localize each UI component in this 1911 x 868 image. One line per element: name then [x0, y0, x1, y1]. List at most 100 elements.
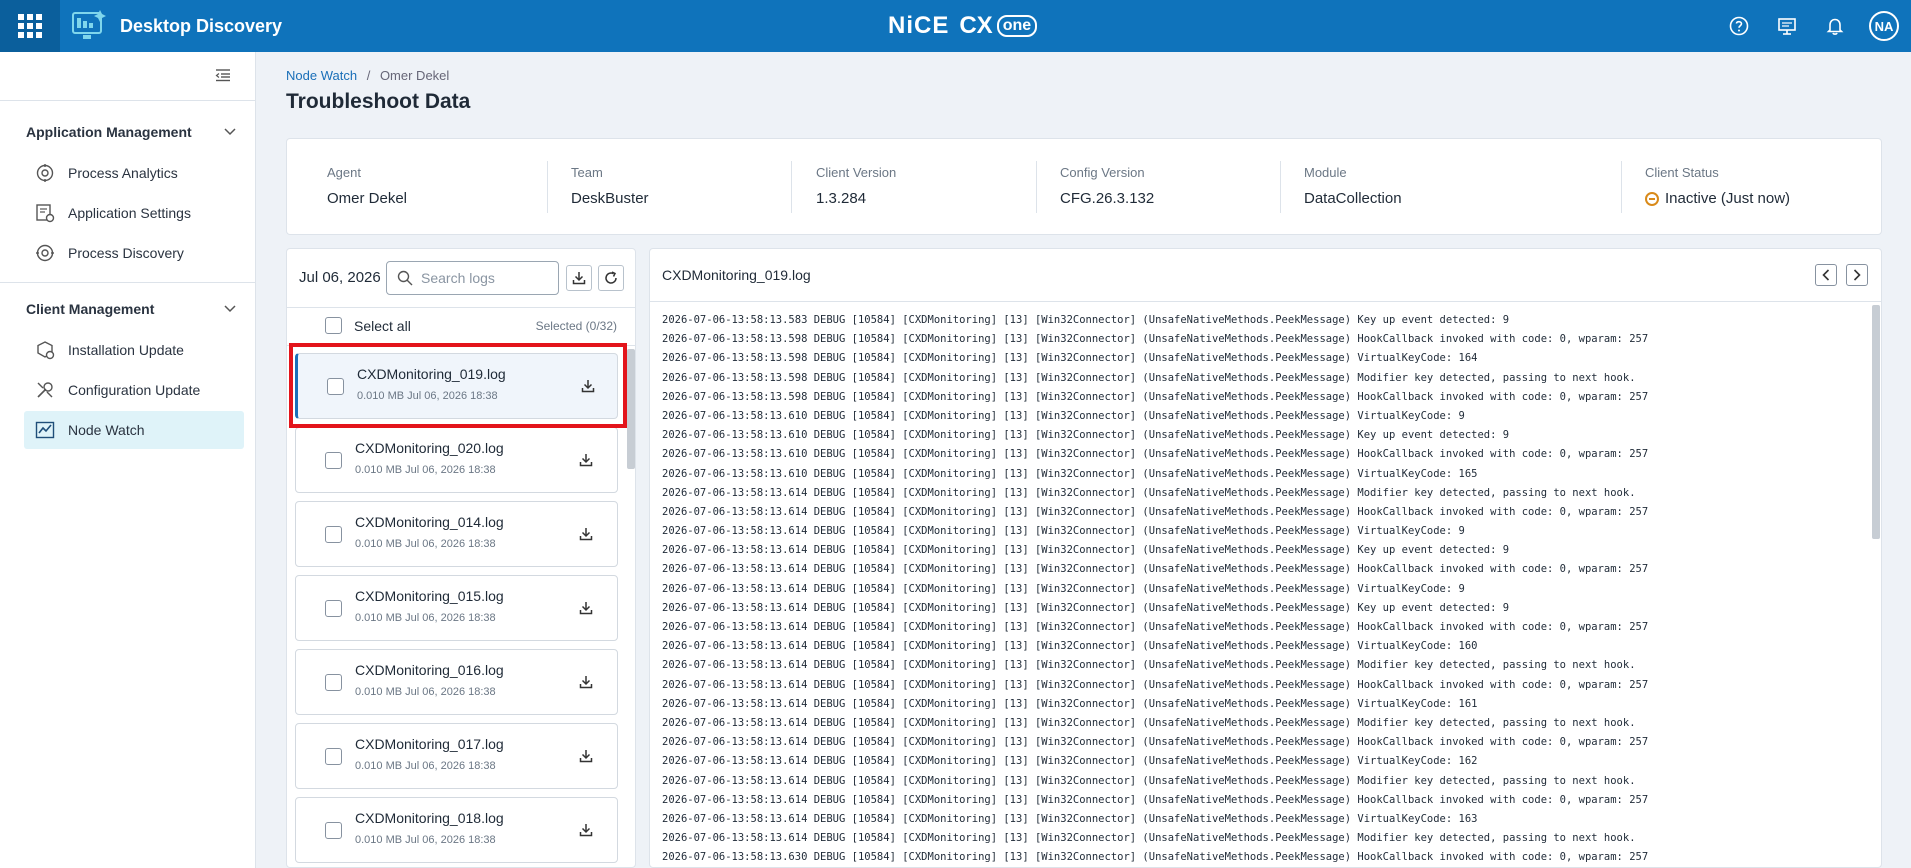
- log-file-item[interactable]: CXDMonitoring_014.log 0.010 MB Jul 06, 2…: [295, 501, 618, 567]
- viewer-title: CXDMonitoring_019.log: [662, 267, 811, 283]
- next-log-button[interactable]: [1846, 264, 1868, 286]
- previous-log-button[interactable]: [1815, 264, 1837, 286]
- sidebar-item-label: Node Watch: [68, 422, 145, 438]
- sidebar-item-installation-update[interactable]: Installation Update: [24, 331, 244, 369]
- log-file-item[interactable]: CXDMonitoring_017.log 0.010 MB Jul 06, 2…: [295, 723, 618, 789]
- viewer-scrollbar[interactable]: [1872, 305, 1880, 539]
- sidebar-item-node-watch[interactable]: Node Watch: [24, 411, 244, 449]
- search-icon: [397, 270, 413, 286]
- panel-divider: [287, 345, 635, 346]
- file-checkbox[interactable]: [325, 452, 342, 469]
- installation-update-icon: [34, 339, 56, 361]
- info-divider: [547, 161, 548, 213]
- download-icon[interactable]: [578, 376, 598, 396]
- info-agent: Agent Omer Dekel: [327, 165, 407, 207]
- brand-logo: NiCE CX one: [888, 12, 1038, 40]
- file-checkbox[interactable]: [325, 600, 342, 617]
- sidebar-item-process-analytics[interactable]: Process Analytics: [24, 154, 244, 192]
- file-checkbox[interactable]: [327, 378, 344, 395]
- list-scrollbar[interactable]: [627, 349, 635, 469]
- breadcrumb-link-node-watch[interactable]: Node Watch: [286, 68, 357, 83]
- search-input[interactable]: [421, 270, 541, 286]
- chevron-down-icon: [224, 305, 236, 313]
- node-watch-icon: [34, 419, 56, 441]
- download-icon[interactable]: [576, 746, 596, 766]
- log-line: 2026-07-06-13:58:13.614 DEBUG [10584] [C…: [662, 793, 1649, 806]
- file-checkbox[interactable]: [325, 674, 342, 691]
- file-name: CXDMonitoring_017.log: [355, 736, 504, 752]
- select-all-checkbox[interactable]: [325, 317, 342, 334]
- client-info-card: Agent Omer Dekel Team DeskBuster Client …: [286, 138, 1882, 235]
- download-all-button[interactable]: [566, 265, 592, 291]
- info-client-version: Client Version 1.3.284: [816, 165, 896, 207]
- section-client-management[interactable]: Client Management: [26, 301, 236, 317]
- select-all-row: Select all Selected (0/32): [325, 317, 625, 334]
- log-file-item[interactable]: CXDMonitoring_020.log 0.010 MB Jul 06, 2…: [295, 427, 618, 493]
- download-icon[interactable]: [576, 598, 596, 618]
- process-discovery-icon: [34, 242, 56, 264]
- sidebar-item-label: Process Discovery: [68, 245, 184, 261]
- sidebar-divider: [0, 282, 256, 283]
- info-label: Team: [571, 165, 603, 180]
- log-line: 2026-07-06-13:58:13.610 DEBUG [10584] [C…: [662, 409, 1465, 422]
- log-file-item[interactable]: CXDMonitoring_018.log 0.010 MB Jul 06, 2…: [295, 797, 618, 863]
- log-file-item[interactable]: CXDMonitoring_019.log 0.010 MB Jul 06, 2…: [295, 353, 618, 419]
- sidebar-item-application-settings[interactable]: Application Settings: [24, 194, 244, 232]
- log-date[interactable]: Jul 06, 2026: [299, 269, 381, 286]
- application-settings-icon: [34, 202, 56, 224]
- avatar[interactable]: NA: [1869, 11, 1899, 41]
- info-divider: [1621, 161, 1622, 213]
- log-line: 2026-07-06-13:58:13.598 DEBUG [10584] [C…: [662, 352, 1478, 365]
- download-icon[interactable]: [576, 820, 596, 840]
- file-name: CXDMonitoring_016.log: [355, 662, 504, 678]
- sidebar-item-process-discovery[interactable]: Process Discovery: [24, 234, 244, 272]
- download-icon[interactable]: [576, 672, 596, 692]
- chevron-right-icon: [1853, 269, 1861, 281]
- breadcrumb-separator: /: [366, 68, 371, 83]
- log-line: 2026-07-06-13:58:13.614 DEBUG [10584] [C…: [662, 544, 1510, 557]
- notifications-bell-icon[interactable]: [1821, 10, 1849, 42]
- select-all-label[interactable]: Select all: [354, 318, 411, 334]
- apps-grid-button[interactable]: [0, 0, 60, 52]
- brand-cx: CX: [959, 12, 993, 39]
- file-name: CXDMonitoring_019.log: [357, 366, 506, 382]
- sidebar-divider: [0, 100, 256, 101]
- file-checkbox[interactable]: [325, 748, 342, 765]
- log-line: 2026-07-06-13:58:13.614 DEBUG [10584] [C…: [662, 563, 1649, 576]
- file-checkbox[interactable]: [325, 526, 342, 543]
- info-divider: [1280, 161, 1281, 213]
- log-line: 2026-07-06-13:58:13.614 DEBUG [10584] [C…: [662, 525, 1465, 538]
- sidebar-item-configuration-update[interactable]: Configuration Update: [24, 371, 244, 409]
- section-application-management[interactable]: Application Management: [26, 124, 236, 140]
- log-line: 2026-07-06-13:58:13.614 DEBUG [10584] [C…: [662, 659, 1636, 672]
- file-meta: 0.010 MB Jul 06, 2026 18:38: [357, 390, 498, 402]
- refresh-button[interactable]: [598, 265, 624, 291]
- download-icon[interactable]: [576, 450, 596, 470]
- log-file-item[interactable]: CXDMonitoring_016.log 0.010 MB Jul 06, 2…: [295, 649, 618, 715]
- info-value: 1.3.284: [816, 190, 867, 207]
- log-file-item[interactable]: CXDMonitoring_015.log 0.010 MB Jul 06, 2…: [295, 575, 618, 641]
- log-line: 2026-07-06-13:58:13.610 DEBUG [10584] [C…: [662, 429, 1510, 442]
- file-meta: 0.010 MB Jul 06, 2026 18:38: [355, 834, 496, 846]
- info-value: Omer Dekel: [327, 190, 408, 207]
- sidebar-item-label: Configuration Update: [68, 382, 201, 398]
- file-name: CXDMonitoring_018.log: [355, 810, 504, 826]
- log-line: 2026-07-06-13:58:13.614 DEBUG [10584] [C…: [662, 697, 1478, 710]
- info-team: Team DeskBuster: [571, 165, 649, 207]
- download-icon[interactable]: [576, 524, 596, 544]
- log-line: 2026-07-06-13:58:13.610 DEBUG [10584] [C…: [662, 448, 1649, 461]
- log-line: 2026-07-06-13:58:13.614 DEBUG [10584] [C…: [662, 601, 1510, 614]
- panel-divider: [287, 307, 635, 308]
- download-icon: [572, 272, 586, 285]
- file-meta: 0.010 MB Jul 06, 2026 18:38: [355, 760, 496, 772]
- log-list-panel: Jul 06, 2026 Select all Selected (0/32) …: [286, 248, 636, 868]
- file-meta: 0.010 MB Jul 06, 2026 18:38: [355, 538, 496, 550]
- file-checkbox[interactable]: [325, 822, 342, 839]
- whats-new-icon[interactable]: [1773, 10, 1801, 42]
- log-line: 2026-07-06-13:58:13.598 DEBUG [10584] [C…: [662, 390, 1649, 403]
- apps-grid-icon: [18, 14, 42, 38]
- collapse-sidebar-icon[interactable]: [214, 66, 234, 86]
- help-icon[interactable]: [1725, 10, 1753, 42]
- log-line: 2026-07-06-13:58:13.614 DEBUG [10584] [C…: [662, 678, 1649, 691]
- file-meta: 0.010 MB Jul 06, 2026 18:38: [355, 464, 496, 476]
